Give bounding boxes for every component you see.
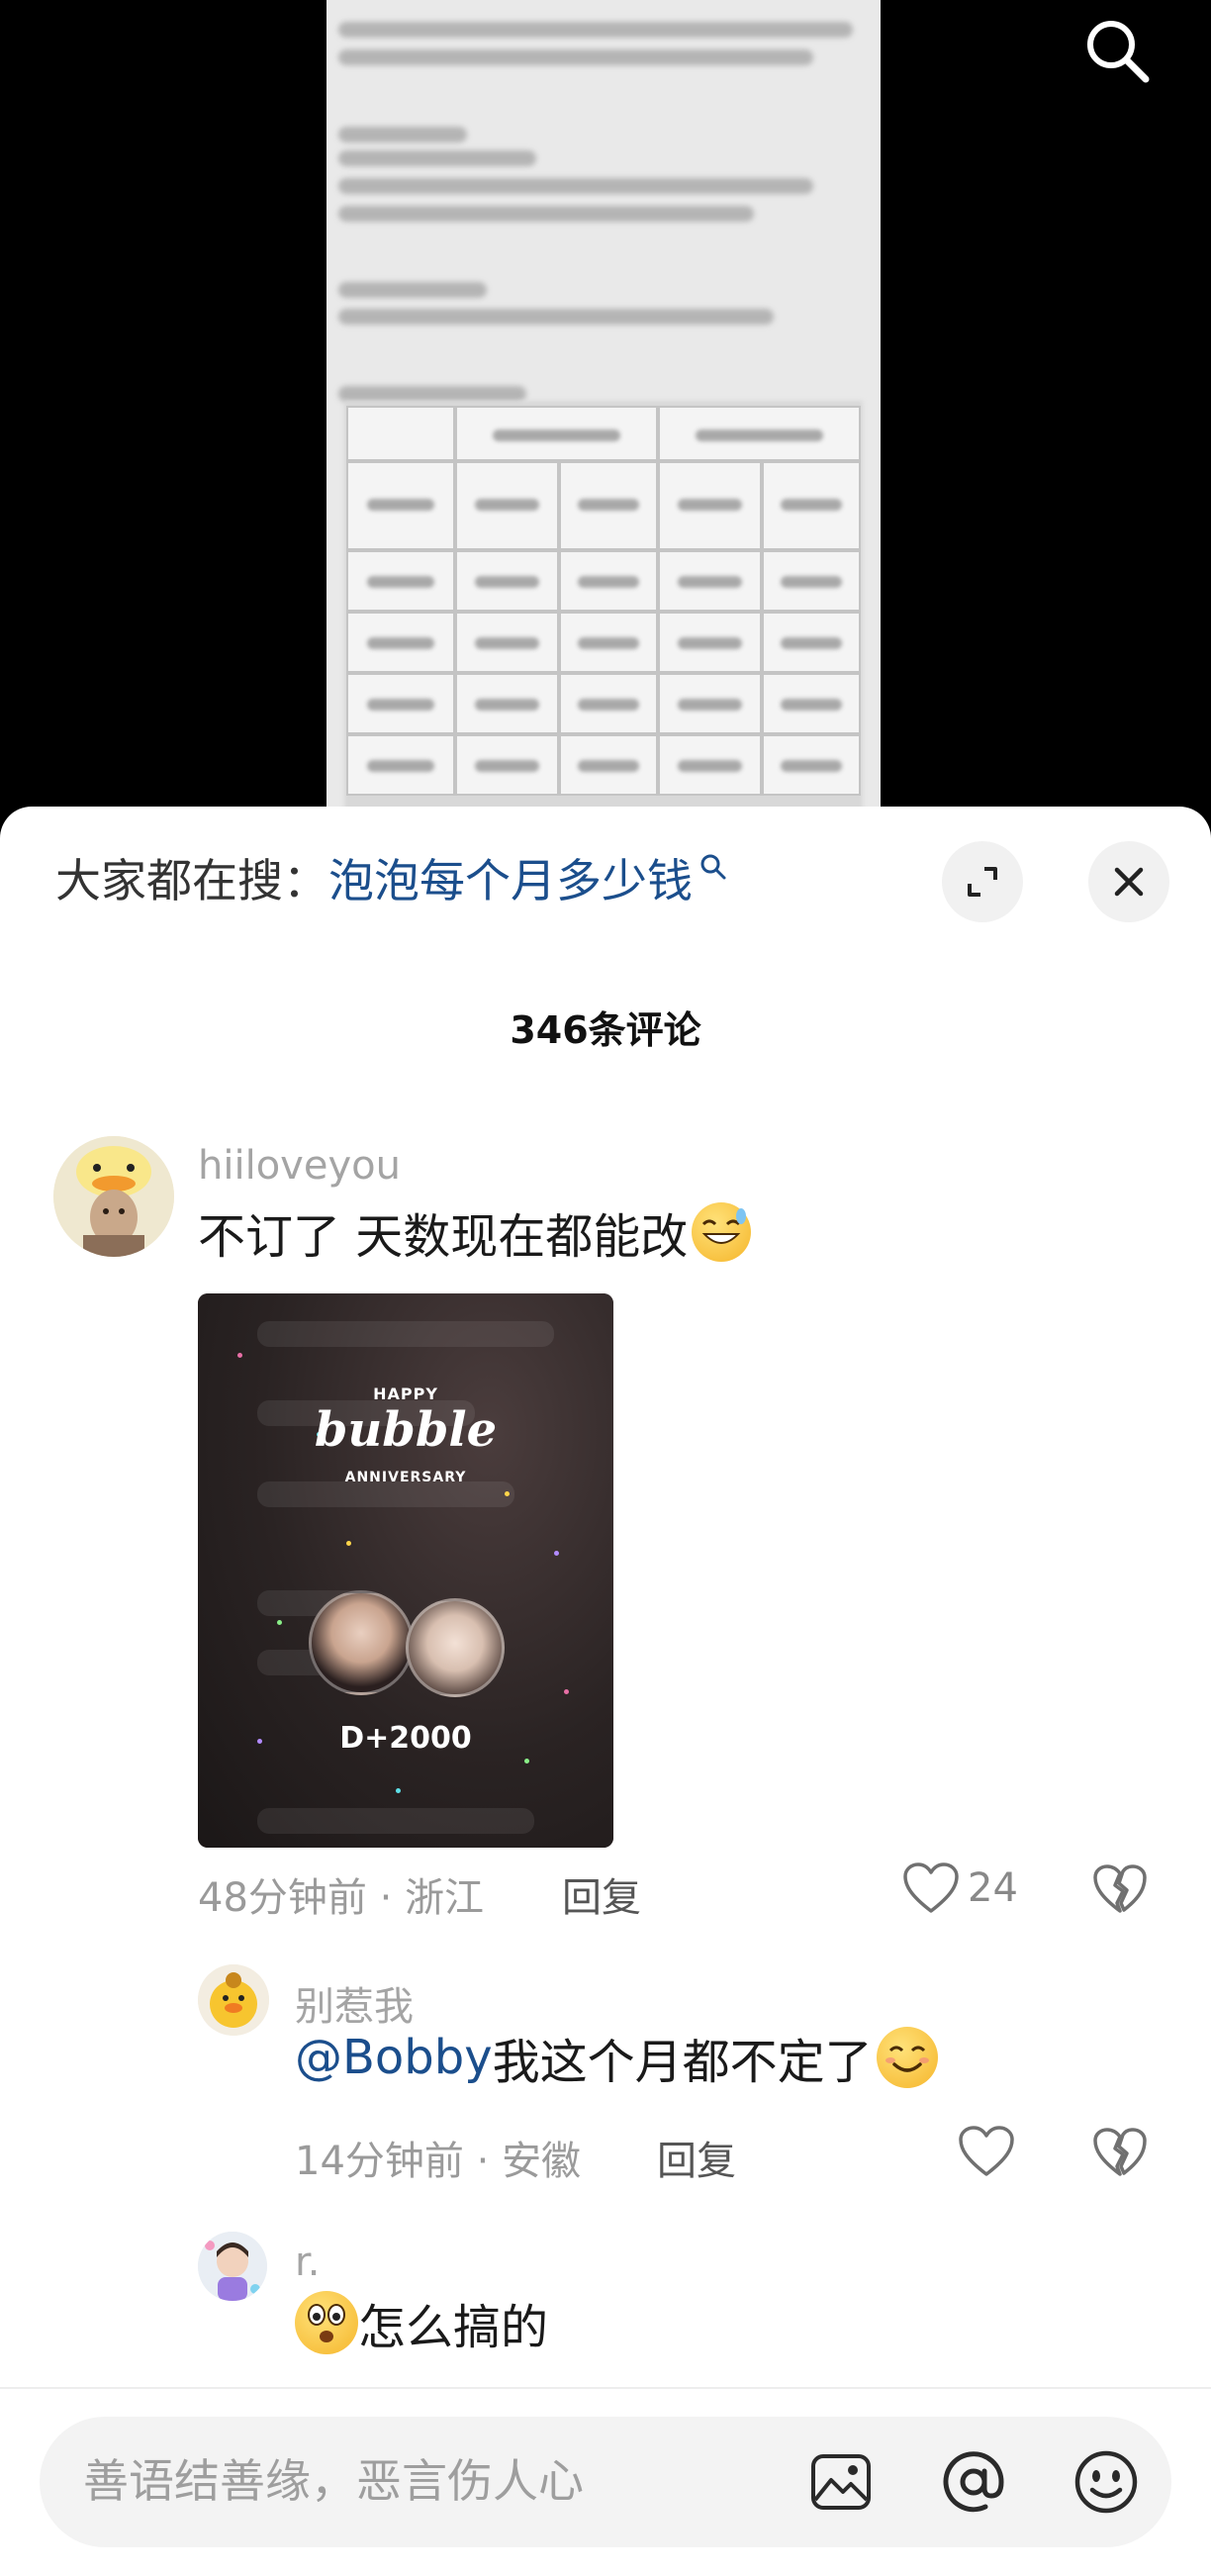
search-suggestion-prefix: 大家都在搜： [55, 854, 328, 907]
like-button[interactable] [958, 2125, 1015, 2178]
smiling-emoji-icon [876, 2027, 938, 2088]
mention-link[interactable]: @Bobby [295, 2030, 493, 2085]
comment-attached-image[interactable]: HAPPY bubble ANNIVERSARY D+2000 [198, 1293, 613, 1848]
cartoon-avatar-image [198, 2232, 267, 2301]
expand-icon [968, 867, 997, 897]
meta-separator: · [379, 1875, 406, 1921]
duckling-avatar-image [198, 1964, 269, 2036]
grinning-sweat-emoji-icon [692, 1202, 752, 1262]
smiley-icon [1074, 2450, 1138, 2514]
search-button[interactable] [1078, 12, 1156, 89]
image-subtitle-text: ANNIVERSARY [344, 1470, 467, 1485]
avatar[interactable] [53, 1136, 174, 1257]
broken-heart-icon [1093, 1864, 1147, 1913]
comment-body: 不订了 天数现在都能改 [198, 1209, 689, 1265]
broken-heart-icon [1093, 2128, 1147, 2176]
dislike-button[interactable] [1092, 1863, 1148, 1919]
search-suggestion-term[interactable]: 泡泡每个月多少钱 [328, 845, 693, 910]
bubble-logo: bubble [314, 1402, 498, 1458]
comment-time: 48分钟前 [198, 1875, 367, 1921]
reply-username[interactable]: r. [295, 2240, 321, 2285]
heart-icon [903, 1862, 959, 1913]
comment-meta: 48分钟前 · 浙江 [198, 1865, 484, 1923]
close-icon [1114, 867, 1144, 897]
search-suggestion[interactable]: 大家都在搜： 泡泡每个月多少钱 [55, 848, 728, 907]
image-picker-button[interactable] [803, 2444, 879, 2520]
mention-button[interactable] [936, 2444, 1011, 2520]
reply-location: 安徽 [502, 2139, 582, 2184]
image-header-text: HAPPY [373, 1384, 438, 1403]
heart-icon [959, 2126, 1014, 2176]
comment-username[interactable]: hiiloveyou [198, 1143, 401, 1189]
blurred-document-image [326, 0, 881, 821]
expand-button[interactable] [942, 841, 1023, 922]
reply-username[interactable]: 别惹我 [295, 1974, 414, 2032]
reply-button[interactable]: 回复 [562, 1865, 641, 1923]
profile-photo-left [309, 1590, 414, 1695]
surprised-emoji-icon [295, 2291, 358, 2354]
comment-location: 浙江 [405, 1875, 485, 1921]
comment-input[interactable] [83, 2446, 776, 2516]
reply-meta: 14分钟前 · 安徽 [295, 2129, 581, 2186]
comment-input-container[interactable] [40, 2417, 1171, 2547]
video-player[interactable] [0, 0, 1211, 821]
emoji-picker-button[interactable] [1069, 2444, 1144, 2520]
reply-time: 14分钟前 [295, 2139, 464, 2184]
comment-text: 不订了 天数现在都能改 [198, 1202, 752, 1265]
day-counter-text: D+2000 [339, 1721, 472, 1756]
search-icon [1087, 21, 1150, 83]
like-count: 24 [968, 1865, 1018, 1911]
reply-button[interactable]: 回复 [657, 2129, 736, 2186]
comment-composer-bar [0, 2387, 1211, 2576]
reply-body: 怎么搞的 [358, 2300, 549, 2355]
close-button[interactable] [1088, 841, 1169, 922]
search-icon [700, 854, 726, 880]
image-icon [811, 2454, 871, 2510]
at-sign-icon [943, 2451, 1004, 2513]
meta-separator: · [476, 2139, 503, 2184]
duck-hat-avatar-image [53, 1136, 174, 1257]
like-button[interactable]: 24 [902, 1861, 1018, 1915]
reply-text: @Bobby 我这个月都不定了 [295, 2027, 938, 2090]
avatar[interactable] [198, 2232, 267, 2301]
reply-text: 怎么搞的 [295, 2291, 549, 2355]
reply-body: 我这个月都不定了 [492, 2035, 873, 2090]
comment-count: 346条评论 [510, 1008, 701, 1052]
comment-sheet: 大家都在搜： 泡泡每个月多少钱 346条评论 hiiloveyou 不订了 天数… [0, 807, 1211, 2576]
dislike-button[interactable] [1092, 2127, 1148, 2182]
profile-photo-right [406, 1598, 505, 1697]
avatar[interactable] [198, 1964, 269, 2036]
